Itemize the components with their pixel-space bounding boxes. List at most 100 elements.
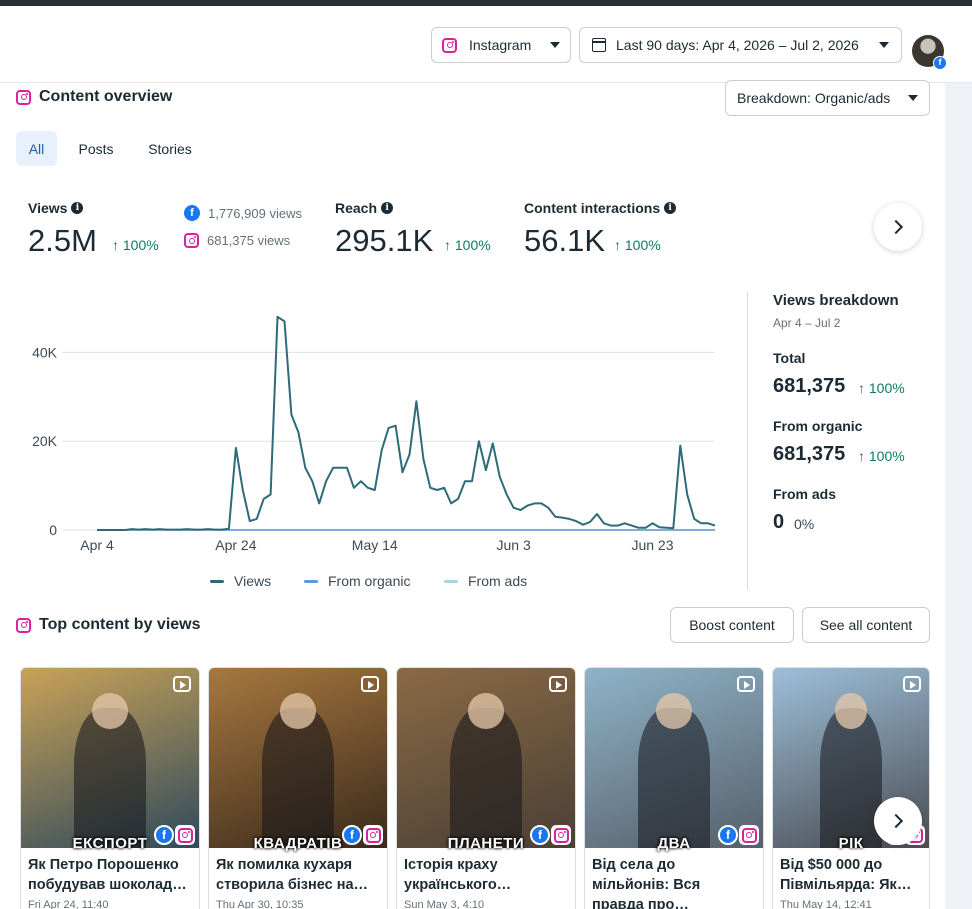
reel-icon: [173, 676, 191, 692]
legend-views-swatch: [210, 579, 224, 583]
carousel-next-button[interactable]: [874, 797, 922, 845]
boost-content-button[interactable]: Boost content: [670, 607, 794, 643]
tab-stories[interactable]: Stories: [135, 131, 205, 166]
platform-badges: f: [530, 825, 571, 845]
x-tick-label: Jun 3: [497, 537, 531, 553]
info-icon[interactable]: i: [71, 202, 84, 214]
tab-posts-label: Posts: [78, 140, 114, 157]
chevron-right-icon: [888, 219, 904, 235]
legend-views-label: Views: [234, 573, 272, 589]
content-card-date: Thu May 14, 12:41: [780, 899, 872, 909]
info-icon[interactable]: i: [381, 202, 394, 214]
instagram-icon: [739, 825, 759, 845]
info-icon[interactable]: i: [664, 202, 677, 214]
top-content-title: Top content by views: [16, 616, 201, 634]
chevron-down-icon: [908, 95, 918, 101]
arrow-up-icon: ↑: [858, 448, 869, 464]
instagram-icon: [551, 825, 571, 845]
date-range-label: Last 90 days: Apr 4, 2026 – Jul 2, 2026: [616, 37, 859, 53]
views-line-chart: 0 20K 40K Apr 4 Apr 24 May 14 Jun 3 Jun 23: [32, 315, 716, 553]
page-scroll-gutter[interactable]: [945, 6, 972, 909]
facebook-icon: f: [342, 825, 362, 845]
reach-value: 295.1K: [335, 223, 434, 258]
facebook-icon: f: [718, 825, 738, 845]
tab-stories-label: Stories: [148, 140, 192, 157]
content-card[interactable]: КВАДРАТІВ f Як помилка кухаря створила біз…: [208, 667, 388, 909]
total-value: 681,375: [773, 375, 846, 397]
organic-delta-value: 100%: [868, 448, 905, 464]
metrics-next-button[interactable]: [874, 203, 922, 251]
legend-organic: From organic: [304, 573, 410, 589]
content-card-title[interactable]: Як помилка кухаря створила бізнес на…: [209, 848, 387, 895]
reach-metric-label: Reach i: [335, 200, 394, 216]
chart-series: [97, 315, 716, 531]
interactions-metric-label: Content interactions i: [524, 200, 677, 216]
top-content-label: Top content by views: [39, 616, 201, 633]
content-card-title[interactable]: Історія краху українського…: [397, 848, 575, 895]
see-all-content-button[interactable]: See all content: [802, 607, 930, 643]
views-facebook-value: 1,776,909 views: [208, 205, 302, 221]
views-metric-label: Views i: [28, 200, 84, 216]
content-overview-label: Content overview: [39, 88, 173, 105]
content-card[interactable]: ДВА f Від села до мільйонів: Вся правда пр…: [584, 667, 764, 909]
interactions-delta-value: 100%: [624, 237, 661, 253]
tab-all[interactable]: All: [16, 131, 57, 166]
views-instagram-stat: 681,375 views: [184, 233, 290, 248]
content-thumbnail[interactable]: ДВА f: [585, 668, 763, 852]
interactions-value: 56.1K: [524, 223, 606, 258]
content-card-date: Sun May 3, 4:10: [404, 899, 485, 909]
views-facebook-stat: f 1,776,909 views: [184, 205, 302, 221]
breakdown-select[interactable]: Breakdown: Organic/ads: [725, 80, 930, 116]
facebook-badge-icon: f: [933, 56, 947, 70]
thumbnail-face: [656, 693, 692, 730]
content-thumbnail[interactable]: КВАДРАТІВ f: [209, 668, 387, 852]
reel-icon: [361, 676, 379, 692]
content-thumbnail[interactable]: ПЛАНЕТИ f: [397, 668, 575, 852]
thumbnail-face: [835, 693, 867, 730]
total-delta-value: 100%: [868, 380, 905, 396]
y-axis-ticks: 0 20K 40K: [32, 344, 58, 538]
interactions-label-text: Content interactions: [524, 200, 661, 216]
organic-value: 681,375: [773, 443, 846, 465]
reel-icon: [903, 676, 921, 692]
date-range-select[interactable]: Last 90 days: Apr 4, 2026 – Jul 2, 2026: [579, 27, 902, 63]
y-tick-label: 0: [49, 522, 57, 538]
thumbnail-face: [468, 693, 504, 730]
arrow-up-icon: ↑: [858, 380, 869, 396]
instagram-icon: [175, 825, 195, 845]
facebook-icon: f: [530, 825, 550, 845]
y-tick-label: 20K: [32, 433, 58, 449]
instagram-icon: [363, 825, 383, 845]
thumbnail-face: [92, 693, 128, 730]
arrow-up-icon: ↑: [112, 237, 123, 253]
platform-badges: f: [154, 825, 195, 845]
tab-posts[interactable]: Posts: [67, 131, 125, 166]
content-card[interactable]: ПЛАНЕТИ f Історія краху українського… Sun M…: [396, 667, 576, 909]
organic-label: From organic: [773, 418, 863, 434]
content-card[interactable]: РІКfВід $50 000 до Півмільярда: Як…Thu M…: [772, 667, 930, 909]
facebook-icon: f: [154, 825, 174, 845]
facebook-icon: f: [184, 205, 200, 221]
legend-organic-label: From organic: [328, 573, 411, 589]
tab-all-label: All: [28, 140, 45, 157]
arrow-up-icon: ↑: [444, 237, 455, 253]
x-tick-label: Jun 23: [631, 537, 673, 553]
x-tick-label: May 14: [352, 537, 398, 553]
y-tick-label: 40K: [32, 344, 58, 360]
interactions-delta: ↑ 100%: [614, 237, 661, 253]
legend-ads-label: From ads: [468, 573, 528, 589]
account-avatar[interactable]: f: [912, 35, 947, 70]
arrow-up-icon: ↑: [614, 237, 625, 253]
content-card-title[interactable]: Від $50 000 до Півмільярда: Як…: [773, 848, 929, 895]
views-label-text: Views: [28, 200, 68, 216]
x-tick-label: Apr 4: [80, 537, 114, 553]
views-instagram-value: 681,375 views: [207, 233, 291, 248]
total-label: Total: [773, 350, 806, 366]
content-card-title[interactable]: Від села до мільйонів: Вся правда про…: [585, 848, 763, 909]
platform-select[interactable]: Instagram: [431, 27, 571, 63]
content-thumbnail[interactable]: ЕКСПОРТ f: [21, 668, 199, 852]
chevron-right-icon: [888, 813, 904, 829]
series-line-views: [97, 315, 716, 531]
content-card[interactable]: ЕКСПОРТ f Як Петро Порошенко побудував шок…: [20, 667, 200, 909]
content-card-title[interactable]: Як Петро Порошенко побудував шоколад…: [21, 848, 199, 895]
